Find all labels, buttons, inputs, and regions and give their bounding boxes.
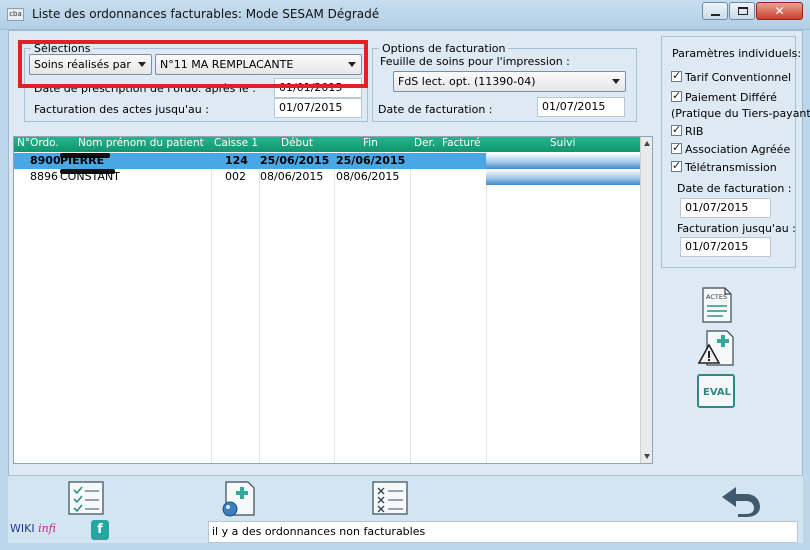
- table-row[interactable]: 8896 CONSTANT 002 08/06/2015 08/06/2015: [14, 169, 640, 185]
- checkbox-teletransmission[interactable]: [671, 159, 682, 172]
- checkbox-tarif[interactable]: [671, 69, 682, 82]
- cell-debut: 25/06/2015: [260, 154, 330, 167]
- col-header-caisse[interactable]: Caisse 1: [214, 137, 258, 149]
- cell-ordo: 8896: [30, 170, 58, 183]
- status-bar: il y a des ordonnances non facturables: [208, 521, 798, 543]
- cell-name-text: PIERRE: [60, 154, 105, 167]
- billing-date-field[interactable]: 01/07/2015: [537, 97, 625, 117]
- wiki-infi-logo[interactable]: WIKI infi: [10, 522, 56, 535]
- rib-label: RIB: [685, 125, 704, 138]
- cell-caisse: 124: [225, 154, 248, 167]
- col-header-facture[interactable]: Facturé: [442, 137, 481, 149]
- billing-options-legend: Options de facturation: [382, 42, 506, 55]
- facebook-icon[interactable]: f: [91, 520, 109, 540]
- undo-arrow-icon: [722, 487, 760, 517]
- teletransmission-label: Télétransmission: [685, 161, 777, 174]
- chevron-down-icon: [612, 79, 620, 84]
- params-date-label: Date de facturation :: [677, 182, 792, 195]
- cell-name-text: CONSTANT: [60, 170, 120, 183]
- maximize-icon: [738, 7, 748, 15]
- column-divider: [486, 152, 487, 463]
- checkbox-association[interactable]: [671, 141, 682, 154]
- list-cross-icon: [372, 481, 408, 515]
- cell-ordo: 8900: [30, 154, 61, 167]
- wiki-text: WIKI: [10, 522, 35, 535]
- list-check-button[interactable]: [66, 479, 110, 519]
- table-header: N°Ordo. Nom prénom du patient Caisse 1 D…: [14, 137, 640, 152]
- checkbox-rib[interactable]: [671, 123, 682, 136]
- params-until-label: Facturation jusqu'au :: [677, 222, 796, 235]
- infi-text: infi: [38, 522, 57, 535]
- cell-suivi-bar: [486, 169, 640, 185]
- table-scrollbar[interactable]: [640, 137, 652, 463]
- sheet-label: Feuille de soins pour l'impression :: [380, 55, 570, 68]
- eval-icon: EVAL: [697, 374, 735, 408]
- prescriptions-table: N°Ordo. Nom prénom du patient Caisse 1 D…: [13, 136, 653, 464]
- col-header-fin[interactable]: Fin: [363, 137, 378, 149]
- col-header-der[interactable]: Der.: [414, 137, 435, 149]
- paiement-label: Paiement Différé: [685, 91, 777, 104]
- scroll-up-icon[interactable]: [644, 141, 650, 146]
- column-divider: [259, 152, 260, 463]
- association-label: Association Agréée: [685, 143, 791, 156]
- billing-date-label: Date de facturation :: [378, 103, 493, 116]
- params-date-field[interactable]: 01/07/2015: [680, 198, 771, 218]
- sheet-select[interactable]: FdS lect. opt. (11390-04): [393, 71, 626, 92]
- window-title: Liste des ordonnances facturables: Mode …: [32, 7, 380, 21]
- close-icon: ✕: [774, 4, 785, 18]
- col-header-debut[interactable]: Début: [281, 137, 313, 149]
- sheet-select-value: FdS lect. opt. (11390-04): [398, 75, 536, 88]
- col-header-suivi[interactable]: Suivi: [550, 137, 575, 149]
- app-icon: cba: [7, 8, 24, 21]
- maximize-button[interactable]: [729, 2, 755, 20]
- individual-params-panel: Paramètres individuels: Tarif Convention…: [661, 36, 810, 268]
- eval-label: EVAL: [703, 387, 732, 398]
- eval-button[interactable]: EVAL: [697, 372, 737, 410]
- actes-label: ACTES: [706, 293, 727, 301]
- params-title: Paramètres individuels:: [672, 47, 802, 60]
- warning-doc-button[interactable]: [697, 329, 737, 367]
- column-divider: [334, 152, 335, 463]
- list-cross-button[interactable]: [370, 479, 414, 519]
- scroll-down-icon[interactable]: [644, 454, 650, 459]
- cell-debut: 08/06/2015: [260, 170, 324, 183]
- column-divider: [410, 152, 411, 463]
- actes-document-icon: ACTES: [702, 287, 732, 323]
- column-divider: [211, 152, 212, 463]
- minimize-icon: [711, 14, 720, 16]
- red-highlight-box: [18, 40, 368, 88]
- cell-fin: 25/06/2015: [336, 154, 406, 167]
- add-document-button[interactable]: [218, 479, 262, 519]
- paiement-note: (Pratique du Tiers-payant): [671, 107, 810, 120]
- table-row[interactable]: 8900 PIERRE 124 25/06/2015 25/06/2015: [14, 153, 640, 169]
- billing-until-label: Facturation des actes jusqu'au :: [34, 103, 209, 116]
- warning-document-icon: [697, 330, 734, 366]
- actes-button[interactable]: ACTES: [697, 286, 737, 324]
- cell-fin: 08/06/2015: [336, 170, 400, 183]
- document-add-icon: [222, 481, 255, 517]
- billing-until-field[interactable]: 01/07/2015: [274, 98, 362, 118]
- close-button[interactable]: ✕: [756, 2, 803, 20]
- minimize-button[interactable]: [702, 2, 728, 20]
- cell-caisse: 002: [225, 170, 246, 183]
- title-bar: cba Liste des ordonnances facturables: M…: [0, 0, 810, 30]
- tarif-label: Tarif Conventionnel: [685, 71, 792, 84]
- col-header-name[interactable]: Nom prénom du patient: [78, 137, 204, 149]
- params-until-field[interactable]: 01/07/2015: [680, 237, 771, 257]
- checklist-icon: [68, 481, 104, 515]
- cell-suivi-bar: [486, 153, 640, 169]
- checkbox-paiement[interactable]: [671, 89, 682, 102]
- back-button[interactable]: [718, 479, 762, 519]
- col-header-ordo[interactable]: N°Ordo.: [17, 137, 59, 149]
